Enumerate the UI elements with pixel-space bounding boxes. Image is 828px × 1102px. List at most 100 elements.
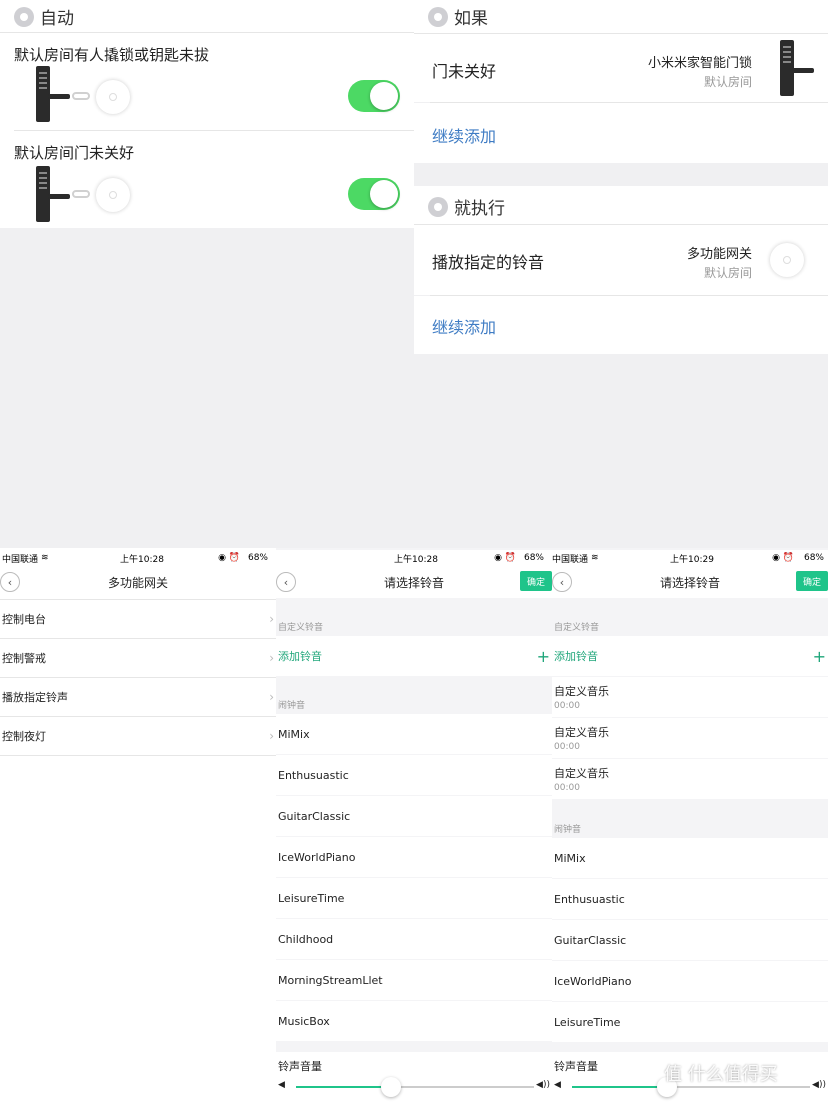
chevron-right-icon: › — [269, 690, 274, 704]
add-ring-label: 添加铃音 — [278, 650, 322, 663]
group-header: 自定义铃音 — [554, 623, 600, 633]
group-header: 自定义铃音 — [278, 623, 324, 633]
tone-item[interactable]: MiMix — [276, 714, 552, 754]
menu-item-label: 控制夜灯 — [2, 730, 46, 743]
volume-row: 铃声音量 ◀ ◀)) — [276, 1052, 552, 1102]
then-device: 多功能网关 默认房间 — [687, 243, 752, 281]
tone-item[interactable]: GuitarClassic — [552, 920, 828, 960]
custom-music-item[interactable]: 自定义音乐 00:00 — [552, 718, 828, 758]
gateway-icon — [96, 178, 130, 212]
clock: 上午10:28 — [394, 554, 438, 565]
list-icon — [428, 6, 448, 27]
nav-title: 多功能网关 — [107, 575, 168, 590]
menu-item[interactable]: 控制夜灯 › — [0, 717, 276, 755]
back-icon[interactable]: ‹ — [552, 572, 572, 592]
then-action-label: 播放指定的铃音 — [432, 253, 545, 272]
tone-item[interactable]: Enthusuastic — [552, 879, 828, 919]
add-ring-row[interactable]: 添加铃音 + — [552, 636, 828, 676]
tone-name: MorningStreamLlet — [278, 973, 383, 987]
back-icon[interactable]: ‹ — [276, 572, 296, 592]
tone-item[interactable]: MorningStreamLlet — [276, 960, 552, 1000]
add-ring-row[interactable]: 添加铃音 + — [276, 636, 552, 676]
wifi-icon: ≋ — [41, 553, 49, 563]
tone-item[interactable]: IceWorldPiano — [276, 837, 552, 877]
nav-title: 请选择铃音 — [659, 575, 720, 590]
volume-thumb[interactable] — [381, 1077, 402, 1097]
menu-item[interactable]: 控制电台 › — [0, 600, 276, 638]
nav-bar: ‹ 请选择铃音 确定 — [552, 566, 828, 598]
tone-item[interactable]: Enthusuastic — [276, 755, 552, 795]
then-header-bar: 就执行 — [414, 186, 828, 224]
custom-music-item[interactable]: 自定义音乐 00:00 — [552, 759, 828, 799]
plus-icon[interactable]: + — [813, 647, 826, 666]
tone-name: MiMix — [278, 727, 310, 741]
carrier: 中国联通 — [2, 554, 39, 565]
battery: 68% — [523, 553, 544, 563]
group-header: 闹钟音 — [554, 825, 582, 835]
tone-item[interactable]: MiMix — [552, 838, 828, 878]
tone-item[interactable]: LeisureTime — [276, 878, 552, 918]
then-device-room: 默认房间 — [703, 266, 752, 280]
tone-name: LeisureTime — [278, 891, 345, 905]
custom-music-duration: 00:00 — [554, 783, 580, 793]
then-action-row[interactable]: 播放指定的铃音 多功能网关 默认房间 — [414, 225, 828, 295]
alarm-icon: ◉ ⏰ — [218, 553, 240, 563]
phone-screen: 中国联通 ≋ 上午10:29 ◉ ⏰ 68% ‹ 请选择铃音 确定 自定义铃音 … — [552, 548, 828, 1102]
wifi-icon: ≋ — [591, 553, 599, 563]
then-title: 就执行 — [454, 199, 505, 219]
auto-item-label: 默认房间门未关好 — [14, 144, 135, 162]
tone-name: IceWorldPiano — [278, 850, 356, 864]
carrier: 中国联通 — [552, 554, 589, 565]
divider — [0, 32, 414, 33]
auto-toggle[interactable] — [348, 178, 400, 210]
battery: 68% — [247, 553, 268, 563]
tone-item[interactable]: GuitarClassic — [276, 796, 552, 836]
tone-name: LeisureTime — [554, 1015, 621, 1029]
auto-item[interactable]: 默认房间门未关好 — [0, 134, 414, 226]
tone-name: MiMix — [554, 851, 586, 865]
auto-item[interactable]: 默认房间有人撬锁或钥匙未拔 — [0, 36, 414, 128]
if-device-name: 小米米家智能门锁 — [647, 56, 752, 71]
if-add-row[interactable]: 继续添加 — [414, 103, 828, 163]
confirm-button[interactable]: 确定 — [520, 571, 552, 591]
door-lock-icon — [36, 66, 70, 122]
tone-item[interactable]: IceWorldPiano — [552, 961, 828, 1001]
nav-bar: ‹ 多功能网关 — [0, 566, 276, 598]
if-header-bar: 如果 — [414, 0, 828, 34]
status-bar: 中国联通 ≋ 上午10:28 ◉ ⏰ 68% — [2, 550, 274, 566]
plus-icon[interactable]: + — [537, 647, 550, 666]
tone-item[interactable]: Childhood — [276, 919, 552, 959]
tone-name: IceWorldPiano — [554, 974, 632, 988]
chevron-right-icon: › — [269, 729, 274, 743]
menu-item[interactable]: 播放指定铃声 › — [0, 678, 276, 716]
then-add-row[interactable]: 继续添加 — [414, 296, 828, 354]
volume-label: 铃声音量 — [278, 1060, 322, 1073]
then-add-button[interactable]: 继续添加 — [432, 314, 496, 338]
if-title: 如果 — [454, 9, 488, 29]
door-lock-icon — [780, 40, 814, 96]
volume-high-icon: ◀)) — [812, 1080, 826, 1090]
custom-music-item[interactable]: 自定义音乐 00:00 — [552, 677, 828, 717]
arrow-right-icon — [428, 196, 448, 217]
back-icon[interactable]: ‹ — [0, 572, 20, 592]
if-condition-label: 门未关好 — [432, 62, 497, 81]
clock: 上午10:29 — [670, 554, 714, 565]
menu-item-label: 控制电台 — [2, 613, 46, 626]
menu-item-label: 播放指定铃声 — [2, 691, 68, 704]
alarm-icon: ◉ ⏰ — [772, 553, 794, 563]
volume-high-icon: ◀)) — [536, 1080, 550, 1090]
auto-panel: 自动 默认房间有人撬锁或钥匙未拔 默认房间门未关好 — [0, 0, 414, 228]
if-condition-row[interactable]: 门未关好 小米米家智能门锁 默认房间 — [414, 34, 828, 102]
volume-label: 铃声音量 — [554, 1060, 598, 1073]
menu-item[interactable]: 控制警戒 › — [0, 639, 276, 677]
tone-item[interactable]: MusicBox — [276, 1001, 552, 1041]
auto-toggle[interactable] — [348, 80, 400, 112]
tone-item[interactable]: LeisureTime — [552, 1002, 828, 1042]
status-bar: 上午10:28 ◉ ⏰ 68% — [276, 550, 552, 566]
group-header: 闹钟音 — [278, 701, 306, 711]
auto-header: 自动 — [14, 4, 74, 29]
confirm-button[interactable]: 确定 — [796, 571, 828, 591]
custom-music-name: 自定义音乐 — [554, 685, 609, 698]
then-device-name: 多功能网关 — [686, 247, 752, 262]
if-add-button[interactable]: 继续添加 — [432, 123, 496, 147]
